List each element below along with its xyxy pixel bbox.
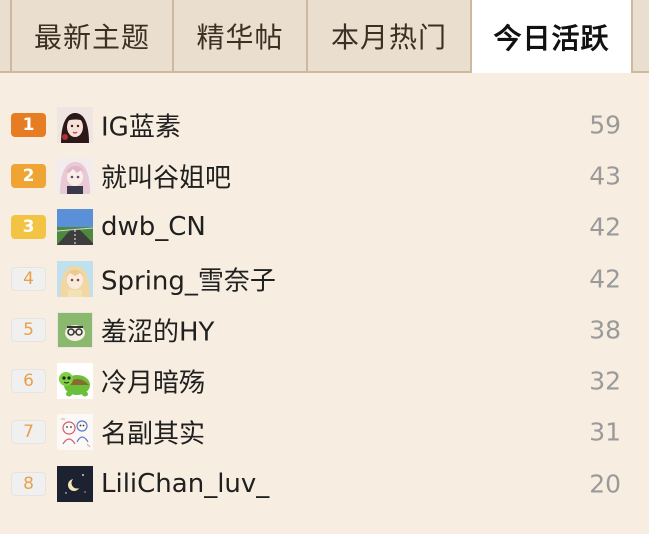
tab-bar: 最新主题 精华帖 本月热门 今日活跃	[0, 0, 649, 73]
rank-badge: 5	[11, 317, 46, 342]
activity-count: 59	[589, 110, 621, 140]
rank-badge: 4	[11, 266, 46, 291]
rank-badge: 1	[11, 112, 46, 137]
username[interactable]: Spring_雪奈子	[101, 260, 276, 297]
avatar[interactable]	[57, 311, 93, 348]
list-item[interactable]: 7 名副其实 31	[0, 407, 649, 458]
activity-count: 38	[589, 315, 621, 345]
username[interactable]: IG蓝素	[101, 106, 181, 143]
list-item[interactable]: 8 LiliChan_luv_ 20	[0, 458, 649, 509]
activity-count: 42	[589, 264, 621, 294]
list-item[interactable]: 5 羞涩的HY 38	[0, 304, 649, 355]
today-active-panel: 最新主题 精华帖 本月热门 今日活跃 1 IG蓝素 59 2 就叫谷姐吧 43 …	[0, 0, 649, 534]
avatar[interactable]	[57, 106, 93, 143]
avatar[interactable]	[57, 465, 93, 502]
avatar[interactable]	[57, 363, 93, 400]
list-item[interactable]: 6 冷月暗殇 32	[0, 355, 649, 406]
username[interactable]: dwb_CN	[101, 212, 206, 242]
rank-badge: 3	[11, 215, 46, 240]
tab-featured-posts[interactable]: 精华帖	[172, 0, 306, 71]
tab-monthly-hot[interactable]: 本月热门	[306, 0, 470, 71]
avatar[interactable]	[57, 209, 93, 246]
list-item[interactable]: 3 dwb_CN 42	[0, 202, 649, 253]
avatar[interactable]	[57, 414, 93, 451]
rank-badge: 2	[11, 163, 46, 188]
active-user-list: 1 IG蓝素 59 2 就叫谷姐吧 43 3 dwb_CN 42 4 Sprin…	[0, 99, 649, 509]
username[interactable]: 羞涩的HY	[101, 311, 214, 348]
username[interactable]: LiliChan_luv_	[101, 469, 269, 499]
list-item[interactable]: 4 Spring_雪奈子 42	[0, 253, 649, 304]
username[interactable]: 就叫谷姐吧	[101, 157, 231, 194]
tab-latest-topics[interactable]: 最新主题	[10, 0, 172, 71]
avatar-blonde-anime-icon	[57, 260, 93, 297]
avatar-road-landscape-icon	[57, 209, 93, 246]
activity-count: 20	[589, 469, 621, 499]
username[interactable]: 冷月暗殇	[101, 363, 205, 400]
avatar-green-glasses-icon	[57, 311, 93, 348]
rank-badge: 8	[11, 471, 46, 496]
avatar[interactable]	[57, 157, 93, 194]
avatar-night-moon-icon	[57, 465, 93, 502]
activity-count: 43	[589, 161, 621, 191]
activity-count: 31	[589, 417, 621, 447]
avatar-sketch-characters-icon	[57, 414, 93, 451]
activity-count: 32	[589, 366, 621, 396]
list-item[interactable]: 2 就叫谷姐吧 43	[0, 150, 649, 201]
activity-count: 42	[589, 212, 621, 242]
tab-bar-end	[631, 0, 649, 71]
rank-badge: 7	[11, 420, 46, 445]
avatar-pink-hair-anime-icon	[57, 157, 93, 194]
list-item[interactable]: 1 IG蓝素 59	[0, 99, 649, 150]
tab-today-active[interactable]: 今日活跃	[470, 0, 631, 73]
avatar-green-turtle-icon	[57, 363, 93, 400]
avatar-dark-hair-girl-icon	[57, 106, 93, 143]
rank-badge: 6	[11, 369, 46, 394]
avatar[interactable]	[57, 260, 93, 297]
username[interactable]: 名副其实	[101, 414, 205, 451]
